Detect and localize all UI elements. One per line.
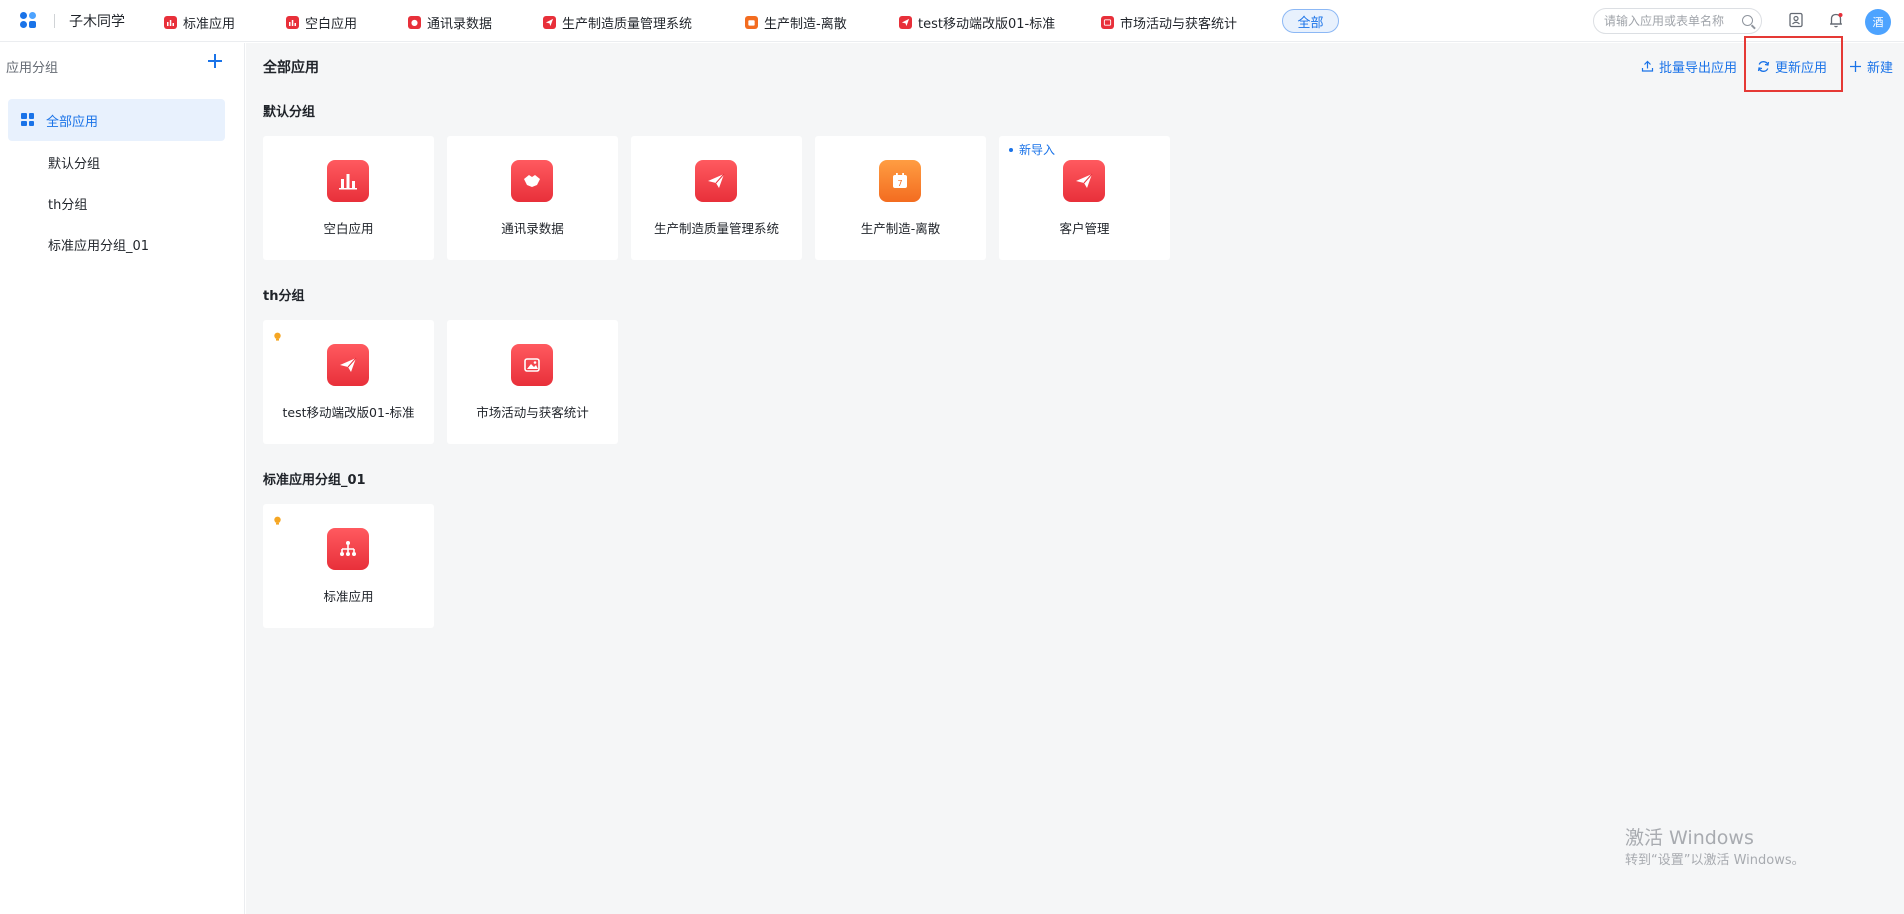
plus-icon	[1850, 61, 1861, 72]
paper-plane-icon	[1063, 160, 1105, 202]
windows-activation-watermark: 激活 Windows	[1625, 827, 1754, 849]
app-name: 市场活动与获客统计	[476, 405, 589, 420]
app-name: 生产制造-离散	[860, 221, 941, 236]
tab-test-mobile[interactable]: test移动端改版01-标准	[899, 13, 1055, 32]
upload-icon	[1641, 60, 1654, 72]
svg-text:7: 7	[897, 179, 902, 188]
batch-export-button[interactable]: 批量导出应用	[1641, 57, 1737, 76]
chart-icon	[164, 16, 177, 29]
calendar-icon	[745, 16, 758, 29]
tab-manufacturing-discrete[interactable]: 生产制造-离散	[745, 13, 847, 32]
tab-label: 市场活动与获客统计	[1120, 17, 1238, 32]
image-icon	[511, 344, 553, 386]
sidebar: 应用分组 全部应用 默认分组 th分组 标准应用分组_01	[0, 43, 245, 914]
app-name: 客户管理	[1059, 221, 1110, 236]
paper-plane-icon	[899, 16, 912, 29]
sidebar-item-default-group[interactable]: 默认分组	[8, 141, 225, 183]
app-card[interactable]: 生产制造质量管理系统	[631, 136, 802, 260]
tab-contacts-data[interactable]: ● 通讯录数据	[408, 13, 492, 32]
divider	[54, 13, 55, 28]
app-logo-icon[interactable]	[20, 11, 38, 30]
group-title: 默认分组	[263, 105, 316, 120]
tab-label: 生产制造质量管理系统	[562, 17, 693, 32]
tab-label: 标准应用	[183, 17, 236, 32]
calendar-icon: 7	[879, 160, 921, 202]
group-title: 标准应用分组_01	[263, 473, 366, 488]
avatar[interactable]: 酒	[1865, 9, 1891, 35]
grid-icon	[21, 113, 34, 126]
workspace-name[interactable]: 子木同学	[69, 11, 125, 31]
tab-quality-management[interactable]: 生产制造质量管理系统	[543, 13, 692, 32]
app-name: 生产制造质量管理系统	[653, 221, 779, 236]
sidebar-item-label: 默认分组	[48, 156, 101, 172]
tab-marketing-stats[interactable]: 市场活动与获客统计	[1101, 13, 1237, 32]
tab-standard-app[interactable]: 标准应用	[164, 13, 235, 32]
update-app-highlight-box	[1744, 36, 1843, 92]
app-card[interactable]: 7 生产制造-离散	[815, 136, 986, 260]
app-card[interactable]: 通讯录数据	[447, 136, 618, 260]
windows-activation-hint: 转到“设置”以激活 Windows。	[1625, 853, 1805, 868]
lightbulb-icon	[274, 332, 281, 341]
app-card[interactable]: 标准应用	[263, 504, 434, 628]
sidebar-item-label: 标准应用分组_01	[48, 238, 150, 254]
tab-label: test移动端改版01-标准	[918, 17, 1056, 32]
tab-label: 生产制造-离散	[764, 17, 847, 32]
app-card[interactable]: 新导入 客户管理	[999, 136, 1170, 260]
handshake-icon	[511, 160, 553, 202]
search-box[interactable]	[1593, 8, 1762, 34]
app-name: test移动端改版01-标准	[282, 405, 415, 420]
sidebar-item-label: th分组	[48, 197, 88, 213]
sidebar-item-standard-group-01[interactable]: 标准应用分组_01	[8, 223, 225, 265]
app-name: 空白应用	[323, 221, 374, 236]
contacts-icon[interactable]	[1788, 12, 1804, 28]
search-icon[interactable]	[1742, 15, 1753, 26]
main-content: 全部应用 批量导出应用 更新应用 新建 默认分组 空白应用 通讯录数据 生产制造…	[246, 43, 1904, 914]
paper-plane-icon	[543, 16, 556, 29]
chart-icon	[286, 16, 299, 29]
add-group-icon[interactable]	[207, 53, 223, 69]
sidebar-item-label: 全部应用	[46, 114, 99, 130]
sidebar-header: 应用分组	[6, 61, 59, 76]
group-title: th分组	[263, 289, 305, 304]
tab-blank-app[interactable]: 空白应用	[286, 13, 357, 32]
page-title: 全部应用	[263, 60, 319, 76]
app-name: 标准应用	[323, 589, 374, 604]
chart-icon	[327, 160, 369, 202]
create-new-button[interactable]: 新建	[1849, 57, 1893, 76]
create-new-label: 新建	[1867, 61, 1894, 76]
handshake-icon: ●	[408, 16, 421, 29]
paper-plane-icon	[327, 344, 369, 386]
image-icon	[1101, 16, 1114, 29]
app-card[interactable]: 市场活动与获客统计	[447, 320, 618, 444]
app-card[interactable]: test移动端改版01-标准	[263, 320, 434, 444]
top-bar: 子木同学 标准应用 空白应用 ● 通讯录数据 生产制造质量管理系统 生产制造-离…	[0, 0, 1904, 42]
tab-label: 通讯录数据	[427, 17, 493, 32]
org-tree-icon	[327, 528, 369, 570]
paper-plane-icon	[695, 160, 737, 202]
app-card[interactable]: 空白应用	[263, 136, 434, 260]
sidebar-item-all-apps[interactable]: 全部应用	[8, 99, 225, 141]
new-import-badge: 新导入	[1009, 141, 1055, 158]
app-name: 通讯录数据	[501, 221, 564, 236]
all-apps-pill[interactable]: 全部	[1282, 9, 1339, 33]
batch-export-label: 批量导出应用	[1659, 61, 1738, 76]
tab-label: 空白应用	[305, 17, 358, 32]
sidebar-item-th-group[interactable]: th分组	[8, 182, 225, 224]
lightbulb-icon	[274, 516, 281, 525]
search-input[interactable]	[1604, 14, 1734, 28]
bell-icon[interactable]	[1828, 12, 1844, 28]
